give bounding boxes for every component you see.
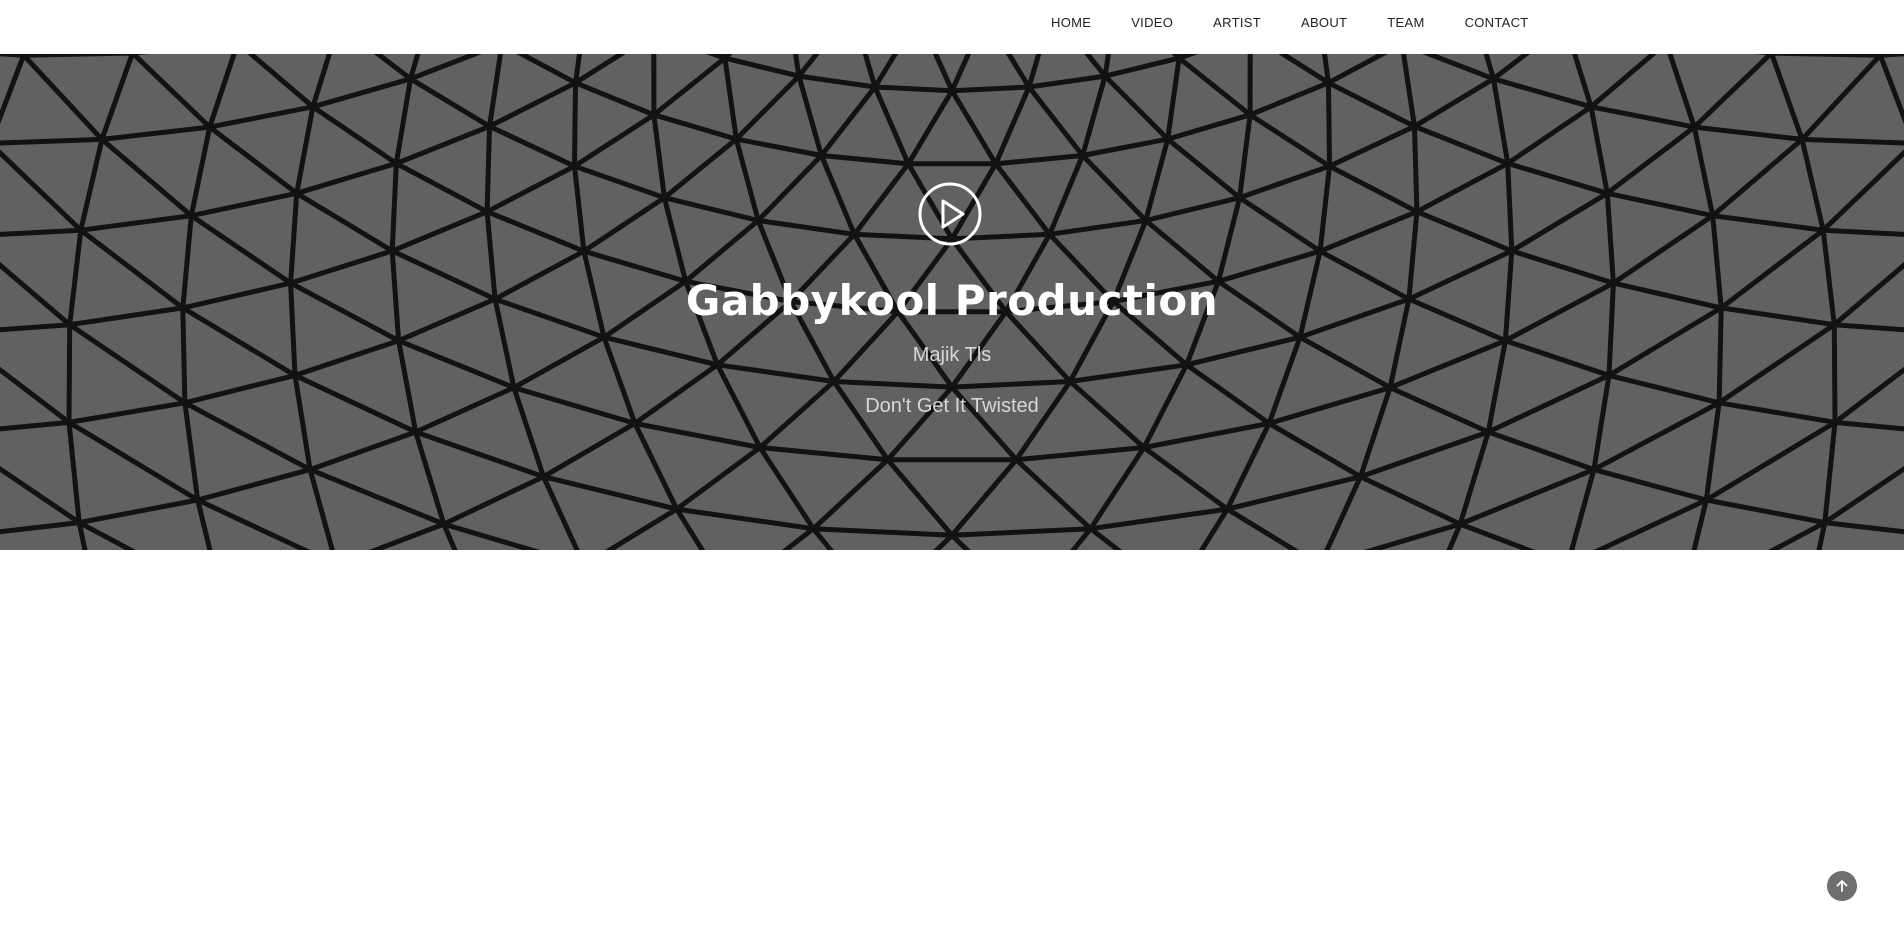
hero-tagline: Don't Get It Twisted <box>865 395 1039 417</box>
top-navbar: HOME VIDEO ARTIST ABOUT TEAM CONTACT <box>0 0 1904 54</box>
nav-video[interactable]: VIDEO <box>1131 0 1173 46</box>
page: HOME VIDEO ARTIST ABOUT TEAM CONTACT Gab… <box>0 0 1904 937</box>
nav-artist[interactable]: ARTIST <box>1213 0 1261 46</box>
nav-team[interactable]: TEAM <box>1387 0 1424 46</box>
hero-subtitle: Majik Tls <box>912 344 992 366</box>
nav-home[interactable]: HOME <box>1051 0 1091 46</box>
hero-section: Gabbykool Production Majik Tls Don't Get… <box>0 54 1904 550</box>
back-to-top-button[interactable] <box>1827 871 1857 901</box>
arrow-up-icon <box>1836 880 1848 892</box>
hero-title: Gabbykool Production <box>685 276 1219 325</box>
main-nav: HOME VIDEO ARTIST ABOUT TEAM CONTACT <box>1051 0 1569 46</box>
hero-content: Gabbykool Production Majik Tls Don't Get… <box>0 54 1904 550</box>
play-circle-icon[interactable] <box>918 182 982 246</box>
nav-about[interactable]: ABOUT <box>1301 0 1347 46</box>
nav-contact[interactable]: CONTACT <box>1465 0 1529 46</box>
